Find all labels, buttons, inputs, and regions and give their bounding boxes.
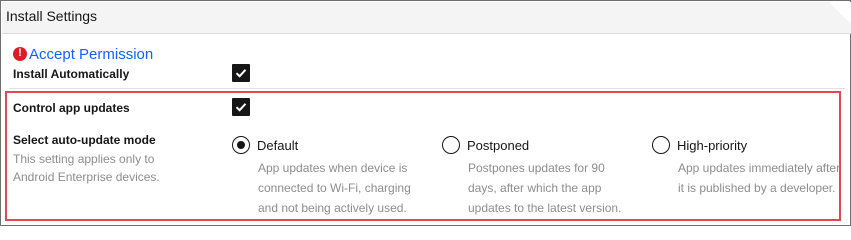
helper-line: This setting applies only to bbox=[13, 152, 155, 166]
corner-fold bbox=[829, 2, 851, 24]
panel-title: Install Settings bbox=[6, 8, 98, 24]
update-mode-helper: This setting applies only to Android Ent… bbox=[13, 150, 173, 186]
description-line: updates to the latest version. bbox=[468, 201, 622, 215]
description-line: and not being actively used. bbox=[258, 201, 407, 215]
panel-header: Install Settings bbox=[2, 2, 851, 34]
install-automatically-label: Install Automatically bbox=[13, 67, 130, 81]
control-app-updates-label: Control app updates bbox=[13, 101, 130, 115]
accept-permission-link[interactable]: Accept Permission bbox=[29, 46, 153, 63]
radio-selected-dot bbox=[237, 141, 245, 149]
error-icon: ! bbox=[13, 46, 27, 61]
description-line: it is published by a developer. bbox=[678, 181, 836, 195]
description-line: App updates immediately after bbox=[678, 161, 841, 175]
radio-label: High-priority bbox=[677, 137, 748, 153]
checkmark-icon bbox=[235, 69, 247, 78]
description-line: days, after which the app bbox=[468, 181, 602, 195]
update-mode-label: Select auto-update mode bbox=[13, 133, 156, 147]
description-line: App updates when device is bbox=[258, 161, 408, 175]
radio-option-high-priority[interactable]: High-priority bbox=[652, 136, 747, 154]
option-description: Postpones updates for 90 days, after whi… bbox=[468, 158, 621, 218]
install-settings-panel: Install Settings ! Accept Permission Ins… bbox=[0, 0, 851, 226]
radio-button[interactable] bbox=[652, 136, 670, 154]
radio-label: Default bbox=[257, 137, 299, 153]
control-app-updates-checkbox[interactable] bbox=[232, 98, 250, 116]
install-automatically-checkbox[interactable] bbox=[232, 64, 250, 82]
checkmark-icon bbox=[235, 103, 247, 112]
radio-label: Postponed bbox=[467, 137, 530, 153]
option-description: App updates immediately after it is publ… bbox=[678, 158, 840, 198]
radio-option-default[interactable]: Default bbox=[232, 136, 298, 154]
helper-line: Android Enterprise devices. bbox=[13, 170, 160, 184]
description-line: Postpones updates for 90 bbox=[468, 161, 605, 175]
description-line: connected to Wi-Fi, charging bbox=[258, 181, 411, 195]
option-description: App updates when device is connected to … bbox=[258, 158, 411, 218]
radio-button[interactable] bbox=[442, 136, 460, 154]
radio-option-postponed[interactable]: Postponed bbox=[442, 136, 529, 154]
radio-button[interactable] bbox=[232, 136, 250, 154]
accept-permission-row: ! Accept Permission bbox=[13, 44, 153, 63]
section-divider bbox=[9, 88, 845, 89]
